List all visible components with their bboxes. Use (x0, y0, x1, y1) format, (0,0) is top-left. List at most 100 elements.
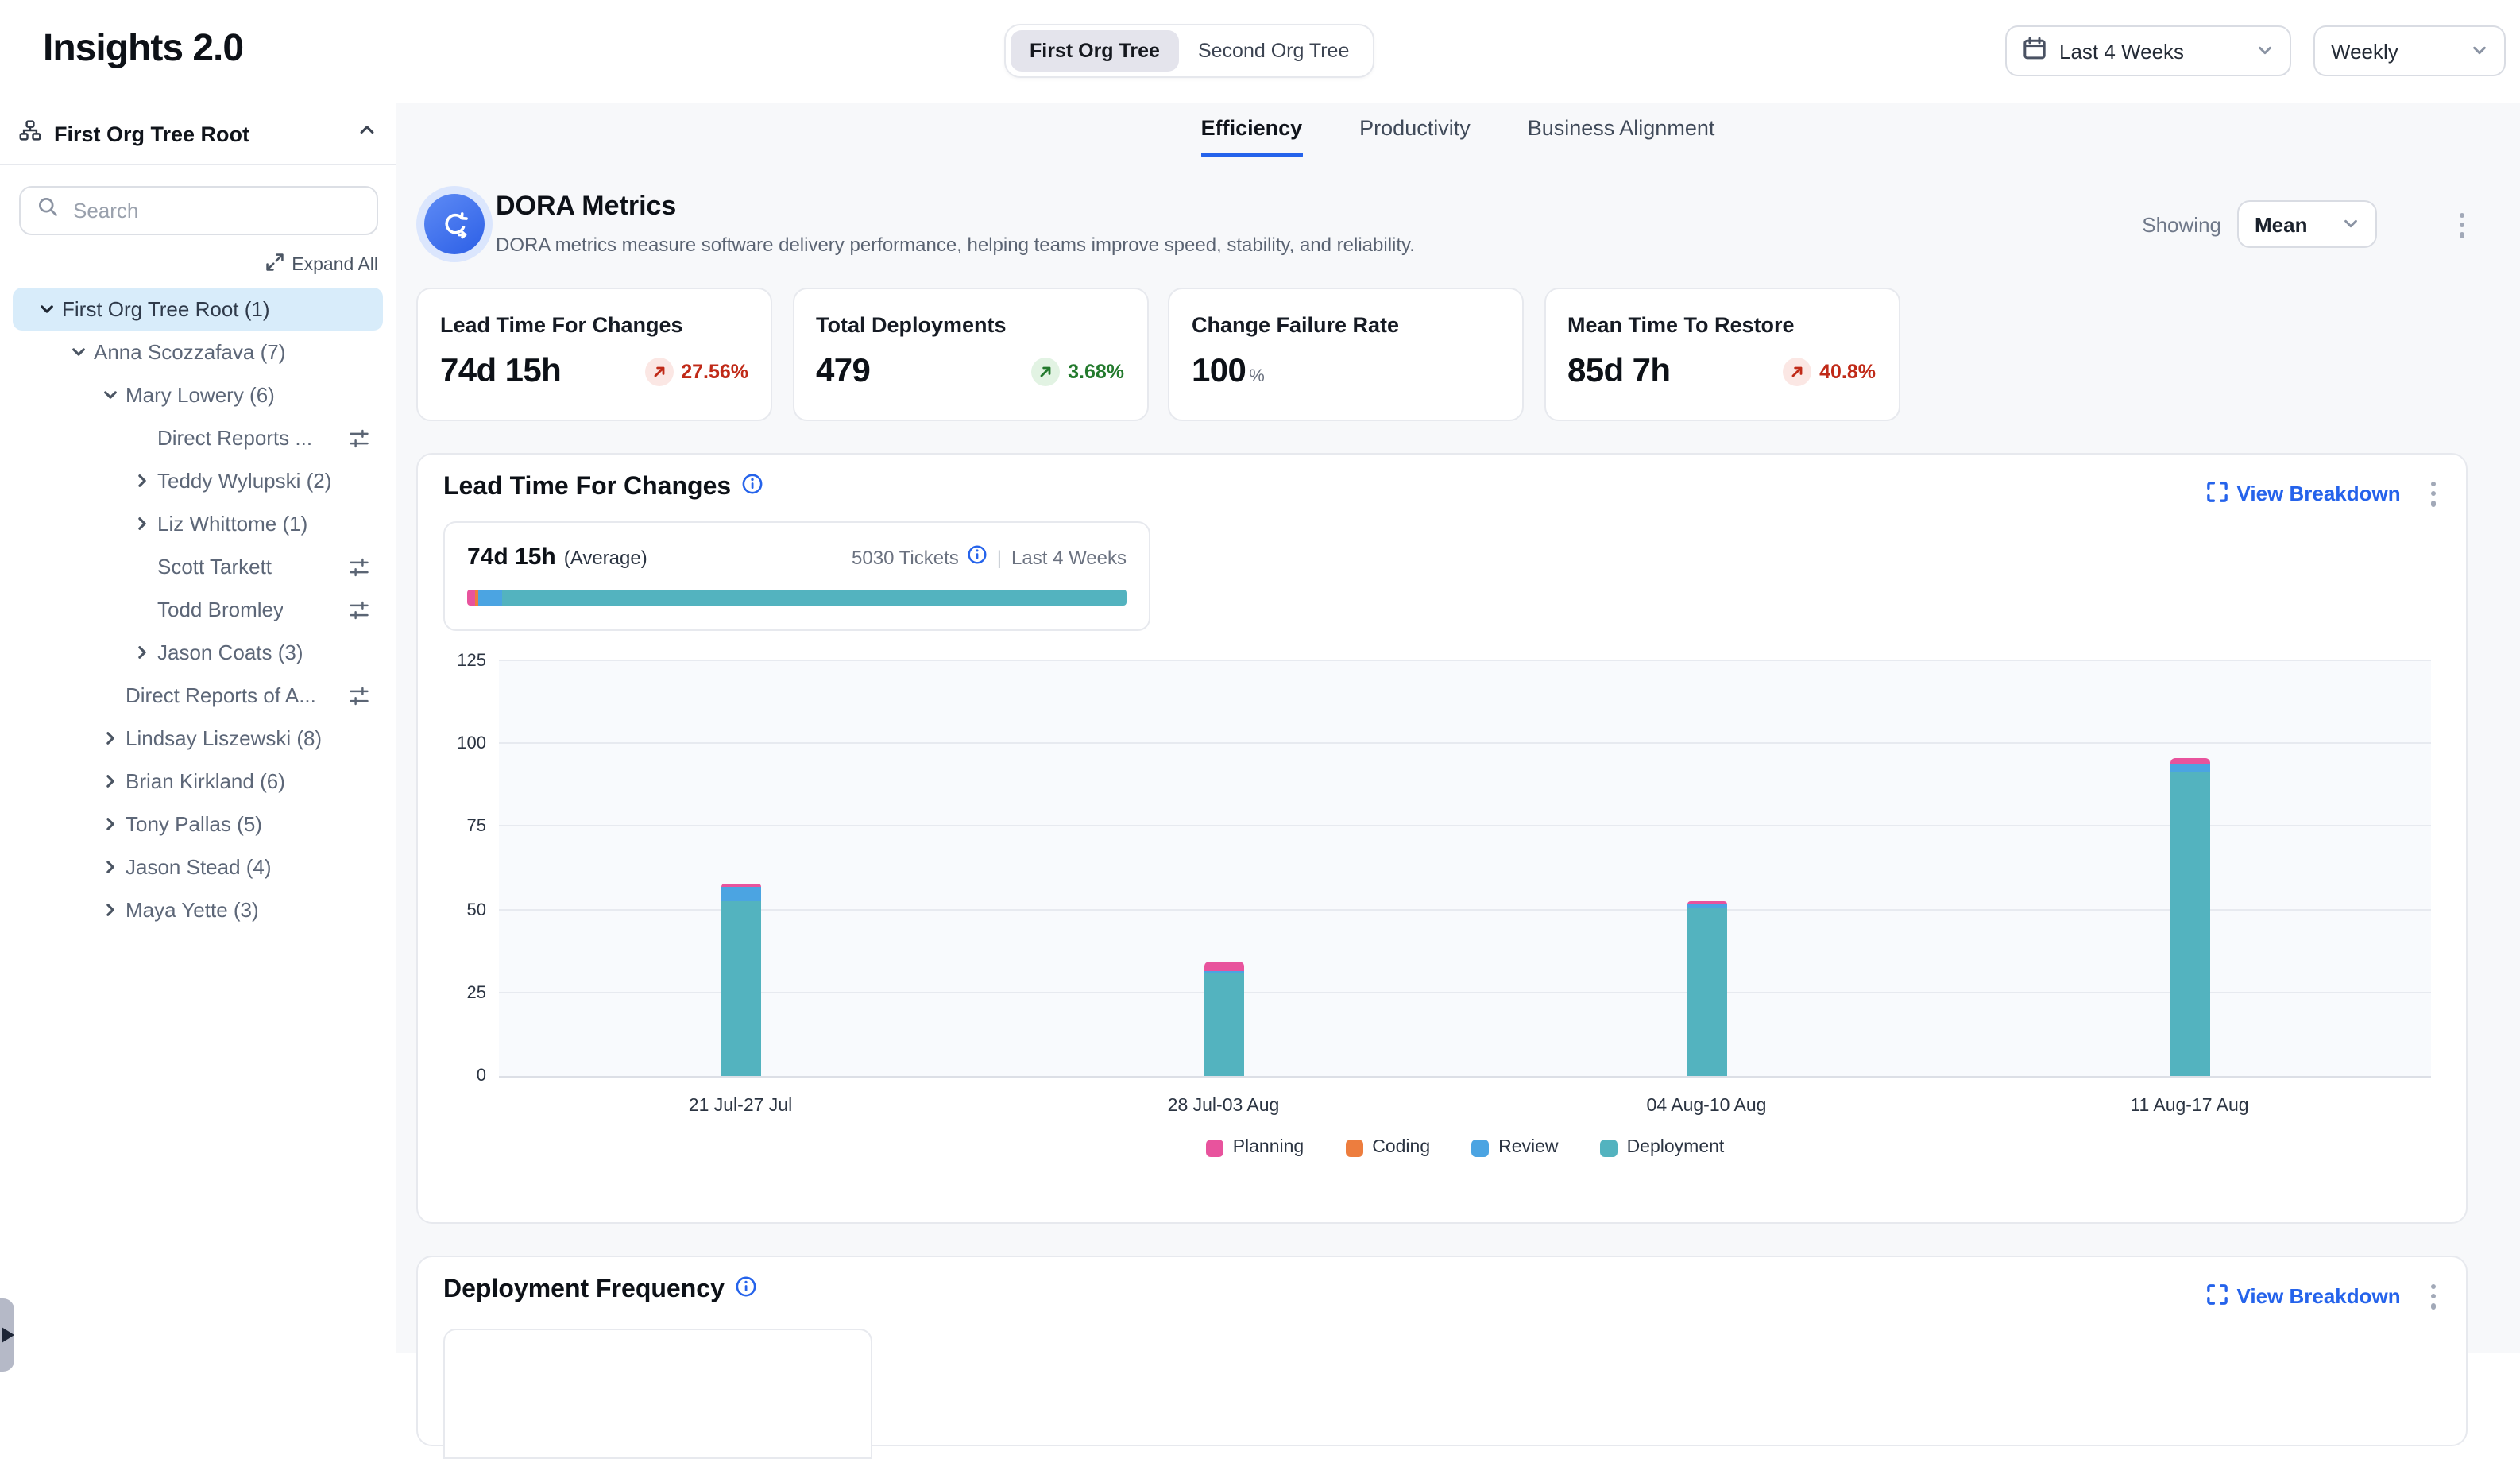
view-breakdown-button[interactable]: View Breakdown (2206, 482, 2400, 507)
tree-item[interactable]: Lindsay Liszewski (8) (13, 717, 383, 760)
app-window: Insights 2.0 First Org Tree Second Org T… (0, 0, 2520, 1353)
filters-icon[interactable] (348, 555, 370, 578)
showing-select[interactable]: Mean (2237, 200, 2377, 248)
filters-icon[interactable] (348, 427, 370, 449)
showing-label: Showing (2142, 212, 2221, 236)
calendar-icon (2023, 37, 2047, 65)
tab-productivity[interactable]: Productivity (1359, 116, 1471, 157)
tab-efficiency[interactable]: Efficiency (1201, 116, 1303, 157)
top-header: Insights 2.0 First Org Tree Second Org T… (0, 0, 2520, 105)
trend-up-arrow-icon (1783, 358, 1811, 386)
legend-label: Review (1498, 1138, 1558, 1157)
org-tree-icon (19, 118, 41, 149)
org-tree: First Org Tree Root (1)Anna Scozzafava (… (13, 288, 383, 931)
legend-label: Planning (1233, 1138, 1304, 1157)
expand-all-label: Expand All (292, 255, 378, 274)
legend-swatch (1600, 1139, 1618, 1156)
view-breakdown-button[interactable]: View Breakdown (2206, 1284, 2400, 1310)
metric-card-mean-time-to-restore: Mean Time To Restore85d 7h40.8% (1544, 288, 1900, 421)
bar-segment-deployment (1687, 907, 1726, 1076)
tree-item[interactable]: Brian Kirkland (6) (13, 760, 383, 803)
tree-item[interactable]: Direct Reports of A... (13, 674, 383, 717)
collapse-panel-button[interactable] (358, 119, 377, 148)
tree-item[interactable]: Tony Pallas (5) (13, 803, 383, 846)
filters-icon[interactable] (348, 684, 370, 706)
sidebar-search[interactable] (19, 186, 378, 235)
dora-kebab-menu[interactable] (2455, 208, 2469, 242)
trend-value: 27.56% (681, 361, 748, 383)
stacked-bar-04-aug-10-aug[interactable] (1687, 901, 1726, 1076)
legend-item-deployment[interactable]: Deployment (1600, 1138, 1725, 1157)
tree-item[interactable]: Anna Scozzafava (7) (13, 331, 383, 373)
legend-item-review[interactable]: Review (1471, 1138, 1558, 1157)
y-axis-tick-label: 50 (435, 900, 486, 919)
legend-label: Coding (1372, 1138, 1430, 1157)
chevron-down-icon[interactable] (102, 386, 119, 404)
granularity-select[interactable]: Weekly (2313, 25, 2506, 76)
metric-title: Change Failure Rate (1192, 313, 1500, 337)
info-icon[interactable] (968, 545, 988, 569)
expand-all-button[interactable]: Expand All (265, 253, 378, 277)
sidebar-expand-handle[interactable] (0, 1298, 14, 1372)
y-axis-tick-label: 100 (435, 734, 486, 753)
filters-icon[interactable] (348, 598, 370, 621)
tree-item[interactable]: Todd Bromley (13, 588, 383, 631)
tree-item[interactable]: Scott Tarkett (13, 545, 383, 588)
tree-item[interactable]: First Org Tree Root (1) (13, 288, 383, 331)
chevron-right-icon[interactable] (102, 730, 119, 747)
gridline (499, 1076, 2431, 1078)
tab-business-alignment[interactable]: Business Alignment (1528, 116, 1715, 157)
tree-item[interactable]: Liz Whittome (1) (13, 502, 383, 545)
tree-item[interactable]: Jason Coats (3) (13, 631, 383, 674)
lead-time-kebab-menu[interactable] (2426, 477, 2441, 511)
tree-item-label: Maya Yette (3) (126, 898, 259, 922)
tree-item[interactable]: Mary Lowery (6) (13, 373, 383, 416)
chevron-down-icon (2256, 39, 2274, 63)
tree-item-label: Brian Kirkland (6) (126, 769, 285, 793)
chevron-right-icon[interactable] (102, 901, 119, 919)
bar-segment-deployment (721, 902, 760, 1076)
date-range-select[interactable]: Last 4 Weeks (2005, 25, 2291, 76)
legend-label: Deployment (1627, 1138, 1725, 1157)
stacked-bar-11-aug-17-aug[interactable] (2170, 758, 2209, 1076)
gridline (499, 826, 2431, 827)
separator: | (997, 546, 1002, 568)
legend-item-coding[interactable]: Coding (1345, 1138, 1430, 1157)
lead-time-chart: PlanningCodingReviewDeployment 025507510… (435, 661, 2437, 1186)
stacked-bar-21-jul-27-jul[interactable] (721, 884, 760, 1076)
legend-item-planning[interactable]: Planning (1206, 1138, 1304, 1157)
chevron-right-icon[interactable] (133, 644, 151, 661)
trend-up-arrow-icon (1031, 358, 1060, 386)
date-range-value: Last 4 Weeks (2059, 39, 2184, 63)
toggle-second-org-tree[interactable]: Second Org Tree (1179, 30, 1368, 72)
x-axis-tick-label: 21 Jul-27 Jul (689, 1097, 792, 1116)
deployment-frequency-kebab-menu[interactable] (2426, 1279, 2441, 1314)
stacked-bar-28-jul-03-aug[interactable] (1204, 961, 1243, 1076)
tree-item-label: Jason Stead (4) (126, 855, 272, 879)
chevron-down-icon (2342, 212, 2360, 236)
trend-value: 3.68% (1068, 361, 1124, 383)
info-icon[interactable] (736, 1276, 756, 1305)
tree-item-label: Liz Whittome (1) (157, 512, 307, 536)
chevron-right-icon[interactable] (133, 515, 151, 532)
gridline (499, 908, 2431, 910)
info-icon[interactable] (742, 474, 763, 502)
chevron-down-icon[interactable] (38, 300, 56, 318)
tree-item[interactable]: Jason Stead (4) (13, 846, 383, 888)
chevron-right-icon[interactable] (102, 815, 119, 833)
sidebar: First Org Tree Root Expand All First Org… (0, 103, 397, 1353)
chevron-right-icon[interactable] (102, 772, 119, 790)
chevron-right-icon[interactable] (102, 858, 119, 876)
summary-tickets: 5030 Tickets (852, 546, 959, 568)
summary-qualifier: (Average) (564, 546, 647, 568)
tree-item[interactable]: Teddy Wylupski (2) (13, 459, 383, 502)
search-input[interactable] (70, 197, 361, 224)
chevron-right-icon[interactable] (133, 472, 151, 490)
tree-item[interactable]: Maya Yette (3) (13, 888, 383, 931)
bar-segment-planning (1204, 961, 1243, 971)
y-axis-tick-label: 125 (435, 652, 486, 671)
toggle-first-org-tree[interactable]: First Org Tree (1011, 30, 1179, 72)
expand-icon (265, 253, 284, 277)
chevron-down-icon[interactable] (70, 343, 87, 361)
tree-item[interactable]: Direct Reports ... (13, 416, 383, 459)
